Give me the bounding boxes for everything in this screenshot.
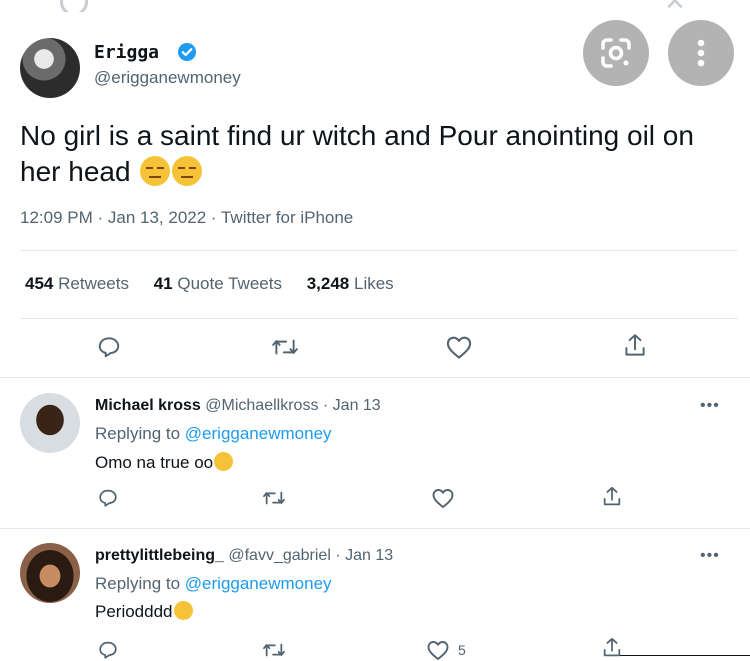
tweet-text: No girl is a saint find ur witch and Pou… xyxy=(20,118,730,190)
reply-text: Omo na true oo xyxy=(95,452,234,473)
avatar[interactable] xyxy=(20,543,80,603)
reply-date[interactable]: · Jan 13 xyxy=(335,547,393,564)
avatar[interactable] xyxy=(20,38,80,98)
replying-to-prefix: Replying to xyxy=(95,424,181,443)
reply-text-content: Periodddd xyxy=(95,602,173,621)
share-button[interactable] xyxy=(601,636,623,660)
divider xyxy=(20,250,738,251)
like-button[interactable] xyxy=(431,487,463,509)
cropped-top-bar: ✕ xyxy=(0,0,750,12)
heart-icon xyxy=(446,336,472,359)
unamused-face-icon xyxy=(140,156,171,186)
retweet-icon xyxy=(272,339,298,355)
verified-badge-icon xyxy=(178,43,196,61)
replying-to-mention[interactable]: @erigganewmoney xyxy=(185,424,332,443)
like-count: 5 xyxy=(458,642,466,658)
likes-stat[interactable]: 3,248 Likes xyxy=(307,274,394,293)
reply-more-icon[interactable]: ••• xyxy=(700,397,720,415)
divider xyxy=(0,377,750,378)
author-name[interactable]: Erigga xyxy=(94,42,159,63)
author-handle[interactable]: @erigganewmoney xyxy=(94,68,241,88)
reply-author-name[interactable]: prettylittlebeing_ xyxy=(95,547,224,564)
share-icon xyxy=(603,486,621,506)
reply-header: Michael kross @Michaellkross · Jan 13 xyxy=(95,397,381,415)
quote-tweets-stat[interactable]: 41 Quote Tweets xyxy=(154,274,282,293)
reply-button[interactable] xyxy=(96,334,122,360)
tweet-timestamp[interactable]: 12:09 PM · Jan 13, 2022 · Twitter for iP… xyxy=(20,208,353,228)
reply-date[interactable]: · Jan 13 xyxy=(323,397,381,414)
heart-icon xyxy=(432,489,454,508)
retweets-stat[interactable]: 454 Retweets xyxy=(25,274,129,293)
retweet-icon xyxy=(263,491,285,505)
unamused-face-icon xyxy=(172,156,203,186)
share-icon xyxy=(625,334,645,356)
likes-count: 3,248 xyxy=(306,274,350,293)
avatar[interactable] xyxy=(20,393,80,453)
google-lens-button[interactable] xyxy=(583,20,649,86)
share-icon xyxy=(603,637,621,657)
google-lens-icon xyxy=(601,38,631,68)
reply-author-handle[interactable]: @Michaellkross xyxy=(205,397,318,414)
bottom-edge-line xyxy=(620,655,750,656)
retweet-button[interactable] xyxy=(262,639,286,661)
quote-tweets-count: 41 xyxy=(153,274,173,293)
replying-to: Replying to @erigganewmoney xyxy=(95,574,332,594)
reply-button[interactable] xyxy=(97,639,119,661)
reply-more-icon[interactable]: ••• xyxy=(700,547,720,565)
reply-icon xyxy=(99,489,117,507)
tweet-stats: 454 Retweets 41 Quote Tweets 3,248 Likes xyxy=(25,274,414,294)
reply-author-handle[interactable]: @favv_gabriel xyxy=(228,547,331,564)
retweet-button[interactable] xyxy=(271,334,299,360)
quote-tweets-label: Quote Tweets xyxy=(177,274,282,293)
replying-to-mention[interactable]: @erigganewmoney xyxy=(185,574,332,593)
reply-text-content: Omo na true oo xyxy=(95,453,214,472)
heart-icon xyxy=(427,641,449,660)
nerd-face-icon xyxy=(214,452,234,471)
close-icon: ✕ xyxy=(664,0,686,12)
divider xyxy=(20,318,738,319)
laughing-crying-face-icon xyxy=(173,601,193,620)
reply-text: Periodddd xyxy=(95,601,193,622)
replying-to-prefix: Replying to xyxy=(95,574,181,593)
share-button[interactable] xyxy=(622,332,648,360)
retweets-label: Retweets xyxy=(58,274,129,293)
reply-button[interactable] xyxy=(97,487,119,509)
retweets-count: 454 xyxy=(25,274,54,293)
retweet-icon xyxy=(263,643,285,657)
search-icon xyxy=(60,0,88,12)
reply-author-name[interactable]: Michael kross xyxy=(95,397,201,414)
more-vertical-icon xyxy=(697,39,705,67)
divider xyxy=(0,528,750,529)
reply-header: prettylittlebeing_ @favv_gabriel · Jan 1… xyxy=(95,547,393,565)
like-button[interactable]: 5 xyxy=(426,639,466,661)
share-button[interactable] xyxy=(601,485,623,509)
reply-icon xyxy=(99,641,117,659)
tweet-text-content: No girl is a saint find ur witch and Pou… xyxy=(20,120,694,187)
retweet-button[interactable] xyxy=(262,487,286,509)
likes-label: Likes xyxy=(353,274,394,293)
reply-icon xyxy=(98,337,120,358)
more-options-button[interactable] xyxy=(668,20,734,86)
like-button[interactable] xyxy=(445,334,473,360)
replying-to: Replying to @erigganewmoney xyxy=(95,424,332,444)
